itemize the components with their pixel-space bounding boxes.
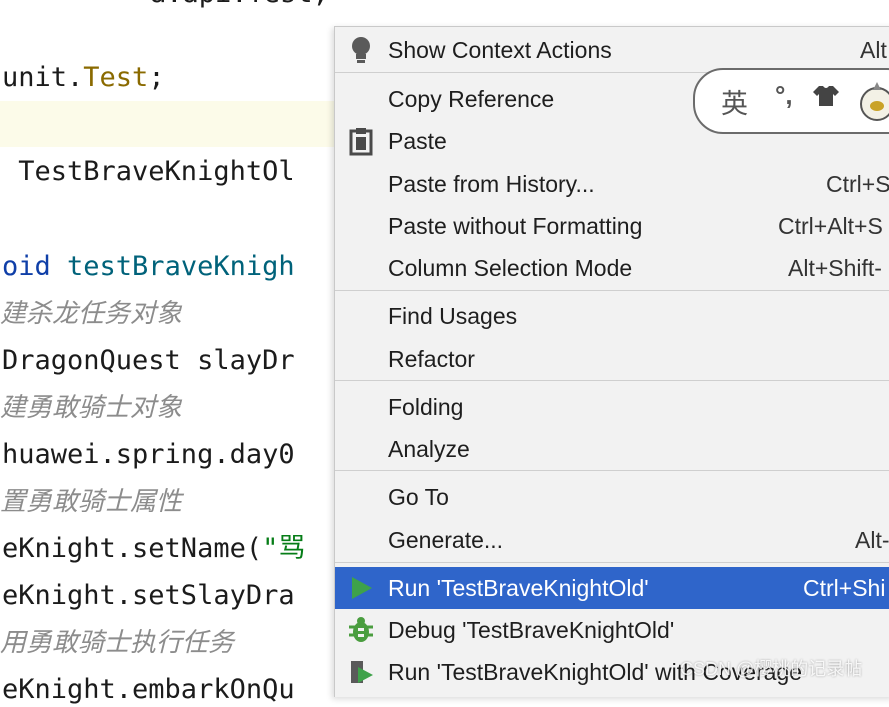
menu-separator [335, 562, 889, 563]
code-line: eKnight.setSlayDra [2, 580, 295, 611]
debug-icon [347, 615, 375, 645]
menu-item-generate[interactable]: Generate... Alt- [335, 519, 889, 561]
code-line-partial: a.api.Test; [150, 0, 329, 9]
avatar-icon[interactable] [857, 80, 889, 129]
caret-line-highlight [0, 101, 340, 147]
menu-item-debug[interactable]: Debug 'TestBraveKnightOld' [335, 609, 889, 651]
watermark: CSDN @樱桃的记录帖 [680, 659, 863, 679]
code-line: eKnight.setName("骂 [2, 533, 306, 564]
menu-item-paste-without-formatting[interactable]: Paste without Formatting Ctrl+Alt+S [335, 205, 889, 247]
code-line-method: oid testBraveKnigh [2, 251, 295, 282]
menu-item-find-usages[interactable]: Find Usages [335, 295, 889, 337]
code-line: DragonQuest slayDr [2, 345, 295, 376]
menu-item-refactor[interactable]: Refactor [335, 338, 889, 380]
code-comment: 置勇敢骑士属性 [0, 487, 183, 517]
ime-punctuation-toggle[interactable]: °, [775, 80, 793, 111]
bulb-icon [347, 35, 375, 65]
clipboard-icon [347, 126, 375, 156]
shirt-icon[interactable] [813, 84, 839, 113]
coverage-icon [347, 657, 375, 687]
run-icon [347, 573, 375, 603]
ime-toolbar[interactable]: 英 °, [693, 68, 889, 134]
menu-item-analyze[interactable]: Analyze [335, 428, 889, 470]
menu-separator [335, 290, 889, 291]
menu-item-run[interactable]: Run 'TestBraveKnightOld' Ctrl+Shi [335, 567, 889, 609]
code-comment: 用勇敢骑士执行任务 [0, 628, 235, 658]
menu-item-show-context-actions[interactable]: Show Context Actions Alt [335, 29, 889, 71]
menu-item-go-to[interactable]: Go To [335, 476, 889, 518]
code-line: huawei.spring.day0 [2, 439, 295, 470]
menu-separator [335, 380, 889, 381]
code-line-import: unit.Test; [2, 62, 165, 93]
menu-item-column-selection-mode[interactable]: Column Selection Mode Alt+Shift- [335, 247, 889, 289]
menu-item-paste-from-history[interactable]: Paste from History... Ctrl+S [335, 163, 889, 205]
code-line: eKnight.embarkOnQu [2, 674, 295, 705]
menu-separator [335, 470, 889, 471]
code-comment: 建杀龙任务对象 [0, 299, 183, 329]
menu-item-folding[interactable]: Folding [335, 386, 889, 428]
code-comment: 建勇敢骑士对象 [0, 393, 183, 423]
ime-language-toggle[interactable]: 英 [721, 82, 748, 121]
code-line-class: TestBraveKnightOl [2, 156, 295, 187]
